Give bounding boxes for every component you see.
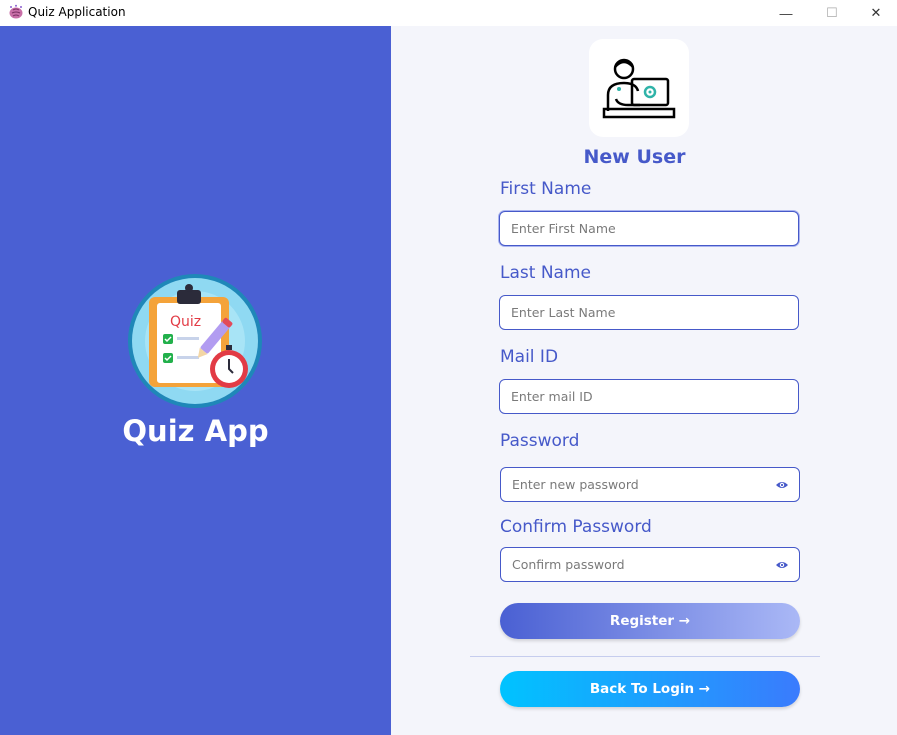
brain-icon [9,4,23,19]
eye-icon[interactable] [775,559,789,571]
mail-id-field[interactable] [499,379,799,414]
register-form-panel: New User First Name Last Name Mail ID Pa… [391,26,897,735]
eye-icon[interactable] [775,479,789,491]
first-name-field[interactable] [499,211,799,246]
confirm-password-input[interactable] [501,548,799,581]
user-laptop-icon [602,58,676,119]
form-title: New User [583,146,686,168]
register-button[interactable]: Register → [500,603,800,639]
last-name-field[interactable] [499,295,799,330]
brand-title: Quiz App [122,414,269,448]
brand-panel: Quiz Quiz App [0,26,391,735]
password-input[interactable] [501,468,799,501]
quiz-clipboard-icon: Quiz [128,274,262,408]
last-name-input[interactable] [500,296,798,329]
password-label: Password [500,431,580,451]
divider [470,656,820,657]
close-button[interactable]: ✕ [853,0,897,26]
first-name-label: First Name [500,179,592,199]
mail-id-label: Mail ID [500,347,559,367]
mail-id-input[interactable] [500,380,798,413]
back-to-login-button[interactable]: Back To Login → [500,671,800,707]
avatar [589,39,689,137]
password-field[interactable] [500,467,800,502]
last-name-label: Last Name [500,263,591,283]
confirm-password-label: Confirm Password [500,517,652,537]
maximize-button[interactable]: ☐ [809,0,855,26]
window-title: Quiz Application [28,5,126,19]
logo-text: Quiz [170,314,201,330]
title-bar: Quiz Application — ☐ ✕ [0,0,897,26]
confirm-password-field[interactable] [500,547,800,582]
minimize-button[interactable]: — [763,0,809,26]
first-name-input[interactable] [500,212,798,245]
